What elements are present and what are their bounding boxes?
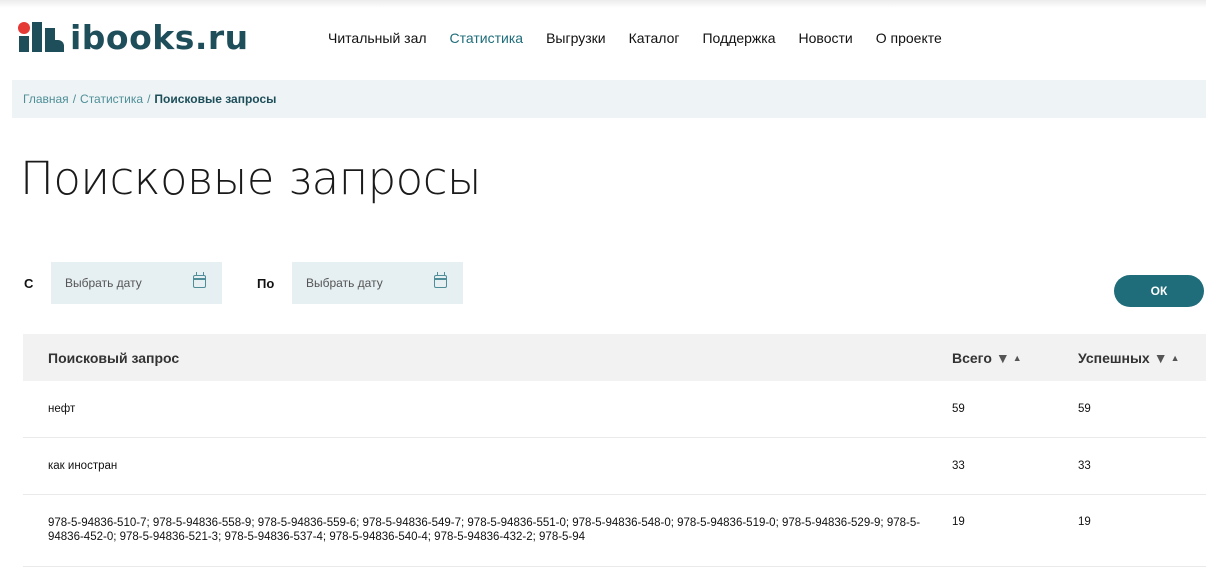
breadcrumb-separator: / xyxy=(72,92,77,106)
breadcrumb-separator: / xyxy=(147,92,151,106)
search-queries-table: Поисковый запрос Всего ▼ ▲ Успешных ▼ ▲ … xyxy=(23,334,1206,567)
column-header-success-label: Успешных xyxy=(1078,349,1150,366)
sort-controls: ▼ ▲ xyxy=(1154,350,1180,366)
cell-success: 59 xyxy=(1078,403,1091,415)
cell-query: 978-5-94836-510-7; 978-5-94836-558-9; 97… xyxy=(48,517,921,543)
site-header: ibooks.ru Читальный зал Статистика Выгру… xyxy=(0,8,1206,70)
calendar-icon[interactable] xyxy=(193,272,206,288)
date-to-label: По xyxy=(257,276,275,291)
sort-desc-icon[interactable]: ▼ xyxy=(996,350,1010,366)
column-header-success: Успешных ▼ ▲ xyxy=(1051,350,1206,366)
table-row: 978-5-94836-510-7; 978-5-94836-558-9; 97… xyxy=(23,495,1206,567)
cell-total: 19 xyxy=(952,516,965,528)
nav-item-catalog[interactable]: Каталог xyxy=(629,30,680,46)
date-to-field[interactable] xyxy=(292,262,463,304)
main-nav: Читальный зал Статистика Выгрузки Катало… xyxy=(328,30,965,46)
date-to-input[interactable] xyxy=(306,276,421,290)
sort-asc-icon[interactable]: ▲ xyxy=(1013,353,1022,363)
ibooks-logo-icon xyxy=(18,22,64,58)
page-title: Поисковые запросы xyxy=(20,152,481,205)
column-header-total-label: Всего xyxy=(952,349,992,366)
date-from-label: С xyxy=(24,276,34,291)
nav-item-exports[interactable]: Выгрузки xyxy=(546,30,606,46)
breadcrumb-statistics[interactable]: Статистика xyxy=(80,92,143,106)
column-header-total: Всего ▼ ▲ xyxy=(928,350,1051,366)
cell-success: 33 xyxy=(1078,460,1091,472)
nav-item-news[interactable]: Новости xyxy=(799,30,853,46)
nav-item-about[interactable]: О проекте xyxy=(876,30,942,46)
top-shadow xyxy=(0,0,1206,8)
date-from-input[interactable] xyxy=(65,276,180,290)
cell-query: как иностран xyxy=(48,460,118,472)
cell-total: 33 xyxy=(952,460,965,472)
sort-controls: ▼ ▲ xyxy=(996,350,1022,366)
cell-success: 19 xyxy=(1078,516,1091,528)
nav-item-reading-room[interactable]: Читальный зал xyxy=(328,30,427,46)
cell-query: нефт xyxy=(48,403,76,415)
logo-text: ibooks.ru xyxy=(70,18,249,57)
sort-asc-icon[interactable]: ▲ xyxy=(1171,353,1180,363)
breadcrumb: Главная / Статистика / Поисковые запросы xyxy=(12,80,1206,118)
site-logo[interactable]: ibooks.ru xyxy=(18,18,249,58)
breadcrumb-current: Поисковые запросы xyxy=(154,92,277,106)
nav-item-support[interactable]: Поддержка xyxy=(702,30,775,46)
date-from-field[interactable] xyxy=(51,262,222,304)
cell-total: 59 xyxy=(952,403,965,415)
table-row: нефт 59 59 xyxy=(23,381,1206,438)
breadcrumb-home[interactable]: Главная xyxy=(23,92,69,106)
nav-item-statistics[interactable]: Статистика xyxy=(450,30,524,46)
calendar-icon[interactable] xyxy=(434,272,447,288)
sort-desc-icon[interactable]: ▼ xyxy=(1154,350,1168,366)
column-header-query: Поисковый запрос xyxy=(48,349,180,366)
ok-button[interactable]: ОК xyxy=(1114,275,1204,307)
table-row: как иностран 33 33 xyxy=(23,438,1206,495)
table-header: Поисковый запрос Всего ▼ ▲ Успешных ▼ ▲ xyxy=(23,334,1206,381)
